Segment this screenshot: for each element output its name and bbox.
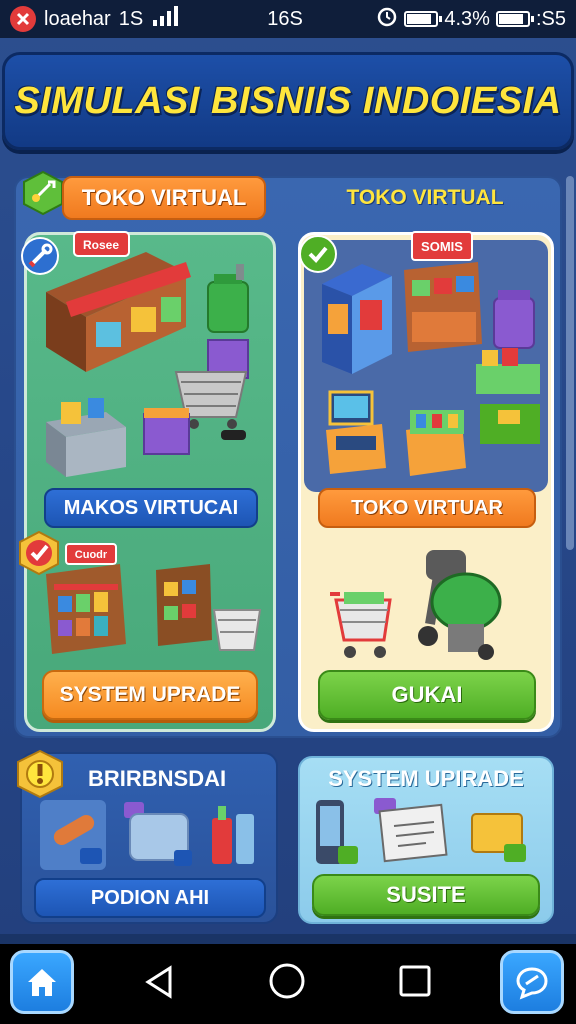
left-sub-sign: Cuodr xyxy=(75,549,108,561)
back-triangle-icon[interactable] xyxy=(140,962,180,1002)
left-shop-illustration: Rosee xyxy=(46,231,249,477)
bottom-strip xyxy=(0,934,576,944)
left-header-tag: TOKO VIRTUAL xyxy=(62,176,266,220)
chat-bubble-icon xyxy=(516,967,548,1000)
app-name: loaehar xyxy=(44,7,111,30)
right-cart-machine-illustration xyxy=(330,550,502,660)
bottom-right-items-illustration xyxy=(316,798,526,864)
susite-button[interactable]: SUSITE xyxy=(312,874,540,916)
left-store-shelves-illustration: Cuodr xyxy=(46,543,262,654)
right-gukai-button[interactable]: GUKAI xyxy=(318,670,536,720)
home-button[interactable] xyxy=(10,950,74,1014)
left-middle-tag: MAKOS VIRTUCAI xyxy=(44,488,258,528)
battery-percent: 4.3% xyxy=(444,7,490,30)
home-icon xyxy=(28,969,56,996)
status-bar: loaehar 1S 16S 4.3% :S5 xyxy=(0,0,576,38)
podion-button[interactable]: PODION AHI xyxy=(34,878,266,918)
home-circle-icon[interactable] xyxy=(266,960,308,1002)
sword-shield-icon[interactable] xyxy=(20,170,66,216)
navigation-bar xyxy=(0,944,576,1024)
bottom-right-title: SYSTEM UPIRADE xyxy=(328,766,524,791)
title-banner: SIMULASI BISNIIS INDOIESIA xyxy=(2,52,574,150)
battery-icon xyxy=(404,11,443,27)
status-right-time: :S5 xyxy=(535,7,566,30)
left-shop-sign: Rosee xyxy=(83,238,119,252)
status-right: 4.3% :S5 xyxy=(330,5,566,33)
chat-button[interactable] xyxy=(500,950,564,1014)
alarm-icon xyxy=(376,5,398,33)
battery-icon-2 xyxy=(495,11,534,27)
right-middle-tag: TOKO VIRTUAR xyxy=(318,488,536,528)
battery-fill xyxy=(407,14,432,24)
exclamation-icon[interactable] xyxy=(14,748,66,800)
right-header-label: TOKO VIRTUAL xyxy=(346,186,504,209)
network-label: 1S xyxy=(118,7,144,30)
recent-square-icon[interactable] xyxy=(396,962,434,1000)
bottom-left-title: BRIRBNSDAI xyxy=(88,766,227,791)
scrollbar[interactable] xyxy=(566,176,574,550)
left-system-upgrade-button[interactable]: SYSTEM UPRADE xyxy=(42,670,258,720)
status-left: loaehar 1S xyxy=(10,6,240,32)
page-title: SIMULASI BISNIIS INDOIESIA xyxy=(14,79,562,122)
bottom-left-items-illustration xyxy=(40,800,254,870)
right-shop-sign: SOMIS xyxy=(421,239,463,254)
status-center-time: 16S xyxy=(267,7,303,30)
right-shop-illustration: SOMIS xyxy=(322,231,540,476)
battery-fill-2 xyxy=(498,14,523,24)
signal-icon xyxy=(151,6,179,32)
app-notification-icon xyxy=(10,6,36,32)
